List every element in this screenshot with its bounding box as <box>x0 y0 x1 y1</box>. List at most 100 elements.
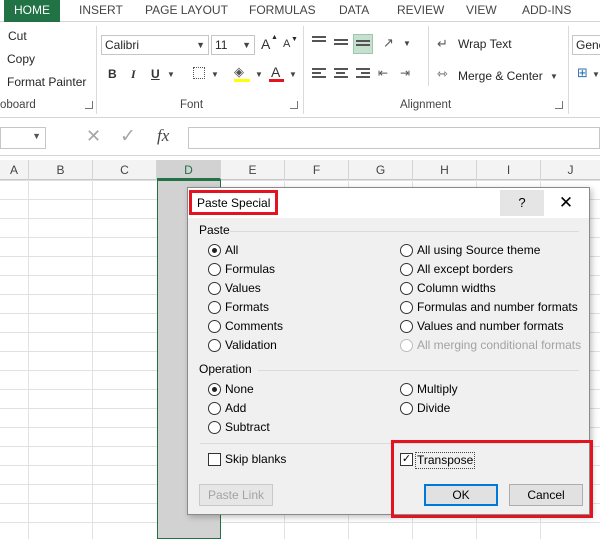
paste-column-widths-label: Column widths <box>417 281 496 295</box>
operation-add-radio[interactable] <box>208 402 221 415</box>
paste-all-radio[interactable] <box>208 244 221 257</box>
chevron-down-icon[interactable]: ▼ <box>211 70 219 79</box>
merge-icon: ⇿ <box>437 66 448 81</box>
paste-source-theme-radio[interactable] <box>400 244 413 257</box>
borders-icon[interactable] <box>193 67 205 79</box>
align-center-icon[interactable] <box>334 68 348 80</box>
paste-formats-label: Formats <box>225 300 270 314</box>
chevron-down-icon: ▼ <box>242 40 251 50</box>
tab-data[interactable]: DATA <box>339 0 369 22</box>
column-header-f[interactable]: F <box>285 160 349 180</box>
shrink-font-button[interactable]: A <box>283 38 290 50</box>
operation-none-label: None <box>225 382 254 396</box>
font-group-label: Font <box>180 99 204 111</box>
column-header-c[interactable]: C <box>93 160 157 180</box>
enter-entry-button[interactable]: ✓ <box>120 125 136 148</box>
align-bottom-icon[interactable] <box>353 34 373 54</box>
help-button[interactable]: ? <box>500 190 544 216</box>
decrease-indent-icon[interactable]: ⇤ <box>378 66 388 80</box>
paste-formulas-radio[interactable] <box>208 263 221 276</box>
tab-review[interactable]: REVIEW <box>397 0 444 22</box>
column-header-e[interactable]: E <box>221 160 285 180</box>
clipboard-launcher-icon[interactable] <box>85 101 93 109</box>
paste-merging-conditional-label: All merging conditional formats <box>417 338 582 352</box>
cut-label: Cut <box>8 29 27 43</box>
name-box[interactable]: ▼ <box>0 127 46 149</box>
paste-link-button: Paste Link <box>199 484 273 506</box>
merge-center-label: Merge & Center <box>458 69 543 83</box>
paste-values-number-formats-radio[interactable] <box>400 320 413 333</box>
column-header-j[interactable]: J <box>541 160 600 180</box>
align-left-icon[interactable] <box>312 68 326 80</box>
section-divider <box>258 370 579 371</box>
font-size-value: 11 <box>215 38 228 52</box>
font-color-swatch <box>269 79 284 82</box>
align-right-icon[interactable] <box>356 68 370 80</box>
formula-input[interactable] <box>188 127 600 149</box>
tab-formulas[interactable]: FORMULAS <box>249 0 316 22</box>
fill-color-icon[interactable]: ◈ <box>234 64 244 80</box>
ribbon-tabs: HOME INSERT PAGE LAYOUT FORMULAS DATA RE… <box>0 0 600 22</box>
chevron-down-icon[interactable]: ▼ <box>403 39 411 48</box>
paste-formulas-number-formats-label: Formulas and number formats <box>417 300 578 314</box>
paste-values-radio[interactable] <box>208 282 221 295</box>
group-separator <box>96 26 97 114</box>
column-header-a[interactable]: A <box>0 160 29 180</box>
insert-function-button[interactable]: fx <box>157 126 169 146</box>
column-header-d[interactable]: D <box>157 160 221 180</box>
caret-down-icon: ▼ <box>291 36 298 43</box>
column-header-g[interactable]: G <box>349 160 413 180</box>
font-color-button[interactable]: A <box>271 64 280 80</box>
paste-formulas-number-formats-radio[interactable] <box>400 301 413 314</box>
column-header-h[interactable]: H <box>413 160 477 180</box>
operation-multiply-radio[interactable] <box>400 383 413 396</box>
align-middle-icon[interactable] <box>334 39 348 51</box>
underline-button[interactable]: U <box>151 67 160 81</box>
bold-button[interactable]: B <box>108 67 117 81</box>
column-header-b[interactable]: B <box>29 160 93 180</box>
skip-blanks-checkbox[interactable] <box>208 453 221 466</box>
operation-multiply-label: Multiply <box>417 382 458 396</box>
italic-button[interactable]: I <box>131 67 136 82</box>
fill-color-swatch <box>234 79 250 82</box>
tab-home[interactable]: HOME <box>4 0 60 22</box>
font-launcher-icon[interactable] <box>290 101 298 109</box>
number-format-combo[interactable]: Gene <box>572 35 600 55</box>
font-size-combo[interactable]: 11 ▼ <box>211 35 255 55</box>
increase-indent-icon[interactable]: ⇥ <box>400 66 410 80</box>
paste-except-borders-radio[interactable] <box>400 263 413 276</box>
paste-formulas-label: Formulas <box>225 262 276 276</box>
paste-except-borders-label: All except borders <box>417 262 514 276</box>
chevron-down-icon[interactable]: ▼ <box>592 70 600 79</box>
chevron-down-icon: ▼ <box>196 40 205 50</box>
chevron-down-icon[interactable]: ▼ <box>167 70 175 79</box>
chevron-down-icon[interactable]: ▼ <box>289 70 297 79</box>
column-header-i[interactable]: I <box>477 160 541 180</box>
paste-validation-label: Validation <box>225 338 277 352</box>
alignment-launcher-icon[interactable] <box>555 101 563 109</box>
tab-page-layout[interactable]: PAGE LAYOUT <box>145 0 228 22</box>
operation-none-radio[interactable] <box>208 383 221 396</box>
cancel-entry-button[interactable]: ✕ <box>86 126 101 147</box>
align-top-icon[interactable] <box>312 36 326 48</box>
tab-view[interactable]: VIEW <box>466 0 497 22</box>
paste-comments-radio[interactable] <box>208 320 221 333</box>
chevron-down-icon[interactable]: ▼ <box>255 70 263 79</box>
close-button[interactable]: ✕ <box>548 190 584 216</box>
accounting-format-icon[interactable]: ⊞ <box>577 65 588 81</box>
paste-values-label: Values <box>225 281 261 295</box>
gridline <box>92 180 93 539</box>
font-name-value: Calibri <box>105 38 140 52</box>
paste-validation-radio[interactable] <box>208 339 221 352</box>
paste-column-widths-radio[interactable] <box>400 282 413 295</box>
number-format-value: Gene <box>576 38 600 52</box>
font-name-combo[interactable]: Calibri ▼ <box>101 35 209 55</box>
paste-formats-radio[interactable] <box>208 301 221 314</box>
operation-divide-radio[interactable] <box>400 402 413 415</box>
tab-insert[interactable]: INSERT <box>79 0 123 22</box>
chevron-down-icon[interactable]: ▼ <box>550 72 558 81</box>
orientation-icon[interactable]: ↗ <box>383 35 394 51</box>
tab-add-ins[interactable]: ADD-INS <box>522 0 571 22</box>
operation-subtract-radio[interactable] <box>208 421 221 434</box>
grow-font-button[interactable]: A <box>261 36 270 52</box>
